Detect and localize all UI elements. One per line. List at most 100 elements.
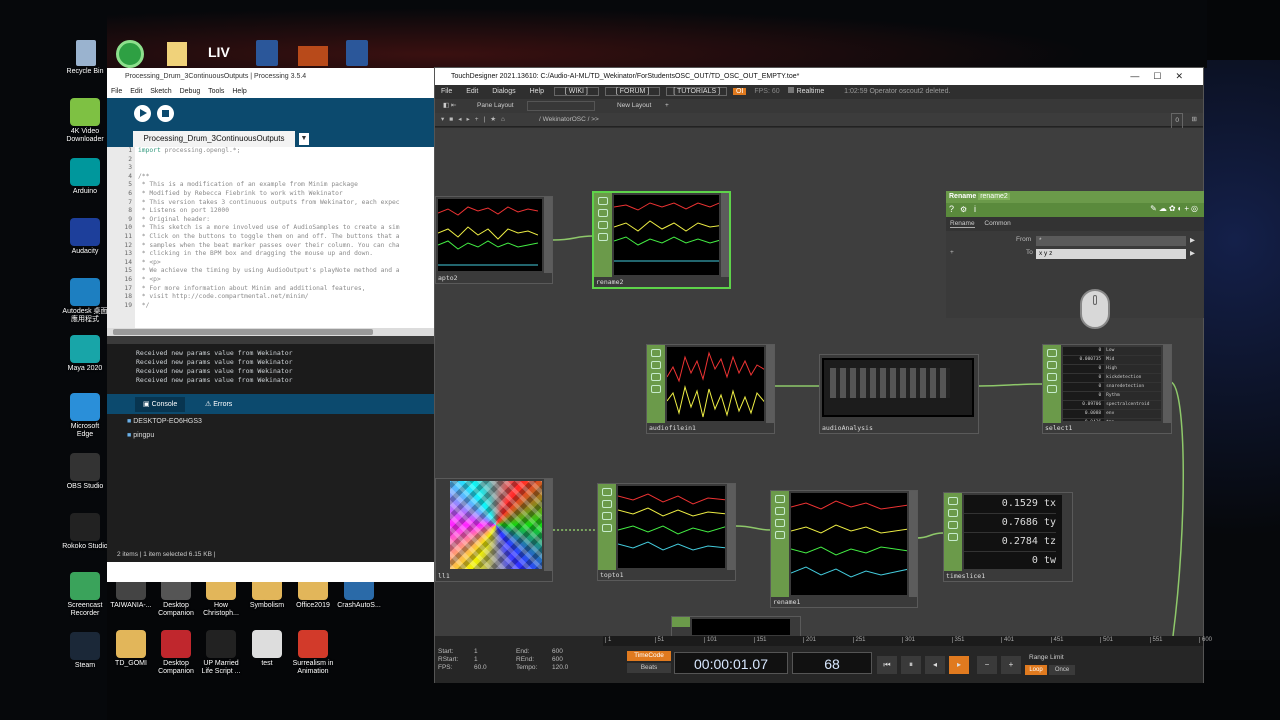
param-tool-icons[interactable]: ✎☁✿◐+◎ xyxy=(1150,204,1200,213)
run-button[interactable] xyxy=(134,105,151,122)
rewind-button[interactable]: ⏮ xyxy=(877,656,897,674)
node-apto2[interactable]: apto2 xyxy=(435,196,553,284)
wiki-link[interactable]: [ WIKI ] xyxy=(553,87,599,96)
explorer-item-pingpu[interactable]: ■ pingpu xyxy=(127,432,154,439)
network-editor[interactable]: apto2 rename2 Rename rename2 ? ⚙ i ✎☁✿◐+… xyxy=(435,128,1204,638)
topto1-flags[interactable] xyxy=(727,484,735,570)
desktop-icon[interactable]: Desktop Companion xyxy=(153,630,199,676)
node-select1[interactable]: 0 Low 0.000735 Mid 0 High 0 kickdetection 0 snare… xyxy=(1042,344,1172,434)
menu-tools[interactable]: Tools xyxy=(208,88,224,95)
errors-tab[interactable]: ⚠ Errors xyxy=(197,397,240,412)
desktop-icon[interactable]: Rokoko Studio xyxy=(62,513,108,551)
null1-flags[interactable] xyxy=(544,479,552,571)
editor-horizontal-scrollbar[interactable] xyxy=(107,328,434,336)
desktop-icon[interactable]: Steam xyxy=(62,632,108,670)
from-menu-icon[interactable]: ▶ xyxy=(1190,236,1195,244)
desktop-icon[interactable]: Autodesk 桌面應用程式 xyxy=(62,278,108,324)
info-icon[interactable]: i xyxy=(974,204,976,214)
recycle-bin-icon[interactable] xyxy=(76,40,96,66)
add-layout-icon[interactable]: + xyxy=(665,99,669,113)
td-menu-help[interactable]: Help xyxy=(530,88,544,95)
node-audiofilein1[interactable]: audiofilein1 xyxy=(646,344,775,434)
beats-toggle[interactable]: Beats xyxy=(627,663,671,673)
step-minus-button[interactable]: − xyxy=(977,656,997,674)
play-forward-button[interactable]: ▸ xyxy=(949,656,969,674)
td-menu-dialogs[interactable]: Dialogs xyxy=(492,88,515,95)
td-menu-edit[interactable]: Edit xyxy=(466,88,478,95)
add-icon[interactable]: + xyxy=(950,249,954,256)
stop-button[interactable] xyxy=(157,105,174,122)
oi-badge[interactable]: OI xyxy=(733,88,747,95)
scroll-thumb[interactable] xyxy=(113,329,373,335)
loop-toggle[interactable]: Loop xyxy=(1025,665,1047,675)
desktop-icon[interactable]: Surrealism in Animation xyxy=(290,630,336,676)
desktop-icon[interactable]: test xyxy=(244,630,290,668)
pause-button[interactable]: ⏸ xyxy=(901,656,921,674)
rename1-flags[interactable] xyxy=(909,491,917,597)
console-tab[interactable]: ▣ Console xyxy=(135,397,186,412)
to-field[interactable]: x y z xyxy=(1036,249,1186,259)
app-green-icon[interactable] xyxy=(116,40,144,68)
folder-icon[interactable] xyxy=(167,42,187,66)
menu-debug[interactable]: Debug xyxy=(180,88,201,95)
desktop-icon[interactable]: Audacity xyxy=(62,218,108,256)
desktop-icon[interactable]: Screencast Recorder xyxy=(62,572,108,618)
word-icon-2[interactable] xyxy=(346,40,368,66)
desktop-icon[interactable]: Maya 2020 xyxy=(62,335,108,373)
minimize-icon[interactable]: — xyxy=(1130,71,1153,81)
node-topto1[interactable]: topto1 xyxy=(597,483,736,581)
menu-edit[interactable]: Edit xyxy=(130,88,142,95)
desktop-icon[interactable]: 4K Video Downloader xyxy=(62,98,108,144)
node-rename1[interactable]: rename1 xyxy=(770,490,918,608)
explorer-item-desktop[interactable]: ■ DESKTOP-EO6HGS3 xyxy=(127,418,202,425)
tab-common[interactable]: Common xyxy=(984,220,1010,227)
network-path[interactable]: / WekinatorOSC / >> xyxy=(539,113,599,127)
td-menu-file[interactable]: File xyxy=(441,88,452,95)
desktop-icon[interactable]: UP Married Life Script ... xyxy=(198,630,244,676)
desktop-icon[interactable]: OBS Studio xyxy=(62,453,108,491)
liv-icon[interactable]: LIV xyxy=(208,44,230,60)
layout-buttons[interactable] xyxy=(527,101,595,111)
help-icon[interactable]: ? xyxy=(949,204,954,214)
tab-rename[interactable]: Rename xyxy=(950,220,975,228)
realtime-toggle[interactable]: Realtime xyxy=(787,87,837,95)
step-plus-button[interactable]: + xyxy=(1001,656,1021,674)
frame-display[interactable]: 68 xyxy=(792,652,872,674)
node-audioanalysis[interactable]: audioAnalysis xyxy=(819,354,979,434)
tutorials-link[interactable]: [ TUTORIALS ] xyxy=(666,87,728,96)
python-icon[interactable]: ⚙ xyxy=(960,205,967,214)
tab-menu-arrow[interactable]: ▼ xyxy=(299,133,309,145)
step-back-button[interactable]: ◂ xyxy=(925,656,945,674)
desktop-icon[interactable]: TD_GOMI xyxy=(108,630,154,668)
node-rename2[interactable]: rename2 xyxy=(592,191,731,289)
pane-icon[interactable]: ◧ ⇤ xyxy=(443,99,456,113)
desktop-icon-recycle-bin[interactable]: Recycle Bin xyxy=(62,68,108,75)
processing-title-bar[interactable]: Processing_Drum_3ContinuousOutputs | Pro… xyxy=(107,68,434,86)
nav-icons[interactable]: ▾■◂▸+|★⌂ xyxy=(441,113,510,127)
code-text[interactable]: import processing.opengl.*; /** * This i… xyxy=(138,147,434,319)
word-icon[interactable] xyxy=(256,40,278,66)
menu-help[interactable]: Help xyxy=(232,88,246,95)
sketch-tab[interactable]: Processing_Drum_3ContinuousOutputs xyxy=(133,131,295,147)
node-partial-bottom[interactable] xyxy=(671,616,801,638)
to-menu-icon[interactable]: ▶ xyxy=(1190,249,1195,257)
rename2-flags[interactable] xyxy=(721,193,729,277)
close-icon[interactable]: ✕ xyxy=(1175,71,1197,81)
new-layout-button[interactable]: New Layout xyxy=(617,99,651,113)
audiofilein1-flags[interactable] xyxy=(766,345,774,423)
node-null1[interactable]: ll1 xyxy=(435,478,553,582)
desktop-icon[interactable]: Arduino xyxy=(62,158,108,196)
node-timeslice1[interactable]: 0.1529 tx 0.7686 ty 0.2784 tz 0 tw timeslic… xyxy=(943,492,1073,582)
forum-link[interactable]: [ FORUM ] xyxy=(604,87,661,96)
menu-file[interactable]: File xyxy=(111,88,122,95)
td-title-bar[interactable]: TouchDesigner 2021.13610: C:/Audio-AI-ML… xyxy=(435,68,1203,85)
code-editor[interactable]: 1 2 3 4 5 6 7 8 9 10 11 12 13 14 15 16 17 18 19 import pro… xyxy=(107,147,434,336)
maximize-icon[interactable]: ☐ xyxy=(1153,71,1175,81)
video-icon[interactable] xyxy=(298,46,328,66)
timecode-toggle[interactable]: TimeCode xyxy=(627,651,671,661)
from-field[interactable]: * xyxy=(1036,236,1186,246)
timeline-ruler[interactable]: 1 51 101 151 201 251 301 351 401 451 501 551 600 xyxy=(603,636,1212,646)
once-toggle[interactable]: Once xyxy=(1049,665,1075,675)
timecode-display[interactable]: 00:00:01.07 xyxy=(674,652,788,674)
select1-flags[interactable] xyxy=(1163,345,1171,423)
